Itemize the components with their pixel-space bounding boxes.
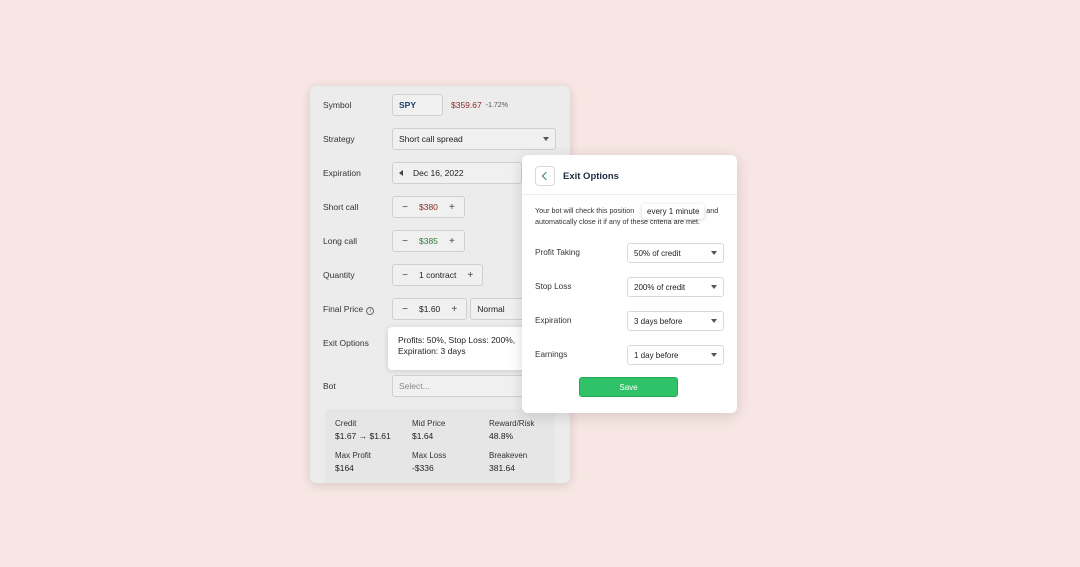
breakeven-value: 381.64 (489, 463, 515, 473)
back-button[interactable] (535, 166, 555, 186)
expiration-label: Expiration (323, 168, 361, 178)
breakeven-cell: Breakeven 381.64 (489, 450, 527, 474)
check-frequency-select[interactable]: every 1 minute (642, 204, 705, 219)
final-price-value: $1.60 (419, 304, 441, 314)
chevron-down-icon (711, 285, 717, 289)
final-price-control: − $1.60 + Normal (392, 298, 541, 320)
expiration-option-select[interactable]: 3 days before (627, 311, 724, 331)
expiration-control: Dec 16, 2022 (392, 162, 522, 184)
credit-value: $1.67 → $1.61 (335, 431, 391, 441)
strategy-label: Strategy (323, 134, 355, 144)
short-call-stepper: − $380 + (392, 196, 465, 218)
credit-cell: Credit $1.67 → $1.61 (335, 418, 391, 442)
stop-loss-row: Stop Loss 200% of credit (535, 277, 724, 297)
stop-loss-value: 200% of credit (634, 282, 686, 292)
strategy-value: Short call spread (399, 134, 463, 144)
plus-icon[interactable]: + (448, 304, 460, 315)
chevron-down-icon (711, 319, 717, 323)
quantity-control: − 1 contract + (392, 264, 484, 286)
modal-title: Exit Options (563, 171, 619, 182)
stop-loss-label: Stop Loss (535, 282, 572, 291)
desc-after: and (706, 206, 719, 215)
plus-icon[interactable]: + (446, 236, 458, 247)
mid-price-value: $1.64 (412, 431, 434, 441)
expiration-option-row: Expiration 3 days before (535, 311, 724, 331)
max-loss-label: Max Loss (412, 451, 447, 460)
info-icon[interactable]: i (366, 306, 375, 315)
earnings-row: Earnings 1 day before (535, 345, 724, 365)
modal-header: Exit Options (522, 155, 737, 195)
short-call-label: Short call (323, 202, 359, 212)
max-profit-value: $164 (335, 463, 354, 473)
exit-summary-line1: Profits: 50%, Stop Loss: 200%, (398, 335, 516, 345)
symbol-label: Symbol (323, 100, 352, 110)
mid-price-label: Mid Price (412, 419, 446, 428)
exit-summary-line2: Expiration: 3 days (398, 346, 466, 356)
short-call-value: $380 (419, 202, 438, 212)
exit-options-summary[interactable]: Profits: 50%, Stop Loss: 200%, Expiratio… (388, 327, 538, 370)
profit-taking-label: Profit Taking (535, 248, 580, 257)
long-call-value: $385 (419, 236, 438, 246)
symbol-control: SPY $359.67 -1.72% (392, 94, 508, 116)
long-call-control: − $385 + (392, 230, 465, 252)
plus-icon[interactable]: + (446, 202, 458, 213)
symbol-row: Symbol SPY $359.67 -1.72% (323, 94, 557, 116)
mid-price-cell: Mid Price $1.64 (412, 418, 445, 442)
chevron-down-icon (711, 251, 717, 255)
reward-risk-label: Reward/Risk (489, 419, 535, 428)
bot-label: Bot (323, 381, 336, 391)
max-profit-cell: Max Profit $164 (335, 450, 371, 474)
chevron-left-icon (541, 171, 551, 181)
earnings-value: 1 day before (634, 350, 679, 360)
trade-summary: Credit $1.67 → $1.61 Mid Price $1.64 Rew… (325, 409, 555, 483)
expiration-date-picker[interactable]: Dec 16, 2022 (392, 162, 522, 184)
breakeven-label: Breakeven (489, 451, 528, 460)
price-mode-value: Normal (477, 304, 505, 314)
symbol-input[interactable]: SPY (392, 94, 443, 116)
long-call-label: Long call (323, 236, 358, 246)
quantity-label: Quantity (323, 270, 355, 280)
chevron-left-icon[interactable] (399, 170, 403, 176)
final-price-stepper: − $1.60 + (392, 298, 468, 320)
max-profit-label: Max Profit (335, 451, 372, 460)
expiration-value: Dec 16, 2022 (413, 168, 464, 178)
credit-label: Credit (335, 419, 357, 428)
profit-taking-select[interactable]: 50% of credit (627, 243, 724, 263)
final-price-label: Final Price i (323, 303, 375, 315)
chevron-down-icon (543, 137, 549, 141)
quantity-value: 1 contract (419, 270, 457, 280)
symbol-price: $359.67 (451, 100, 482, 110)
short-call-control: − $380 + (392, 196, 465, 218)
strategy-control: Short call spread (392, 128, 556, 150)
plus-icon[interactable]: + (464, 270, 476, 281)
profit-taking-value: 50% of credit (634, 248, 681, 258)
exit-options-modal: Exit Options Your bot will check this po… (522, 155, 737, 413)
earnings-select[interactable]: 1 day before (627, 345, 724, 365)
long-call-stepper: − $385 + (392, 230, 465, 252)
profit-taking-row: Profit Taking 50% of credit (535, 243, 724, 263)
stop-loss-select[interactable]: 200% of credit (627, 277, 724, 297)
exit-options-label: Exit Options (323, 338, 369, 348)
desc-before: Your bot will check this position (535, 206, 635, 215)
strategy-select[interactable]: Short call spread (392, 128, 556, 150)
earnings-label: Earnings (535, 350, 568, 359)
max-loss-value: -$336 (412, 463, 434, 473)
minus-icon[interactable]: − (399, 236, 411, 247)
reward-risk-cell: Reward/Risk 48.8% (489, 418, 534, 442)
save-button[interactable]: Save (579, 377, 678, 397)
symbol-change: -1.72% (485, 101, 508, 109)
expiration-option-label: Expiration (535, 316, 572, 325)
minus-icon[interactable]: − (399, 202, 411, 213)
max-loss-cell: Max Loss -$336 (412, 450, 446, 474)
reward-risk-value: 48.8% (489, 431, 514, 441)
quantity-stepper: − 1 contract + (392, 264, 484, 286)
expiration-option-value: 3 days before (634, 316, 683, 326)
minus-icon[interactable]: − (399, 304, 411, 315)
strategy-row: Strategy Short call spread (323, 128, 557, 150)
final-price-label-text: Final Price (323, 303, 364, 314)
minus-icon[interactable]: − (399, 270, 411, 281)
chevron-down-icon (711, 353, 717, 357)
